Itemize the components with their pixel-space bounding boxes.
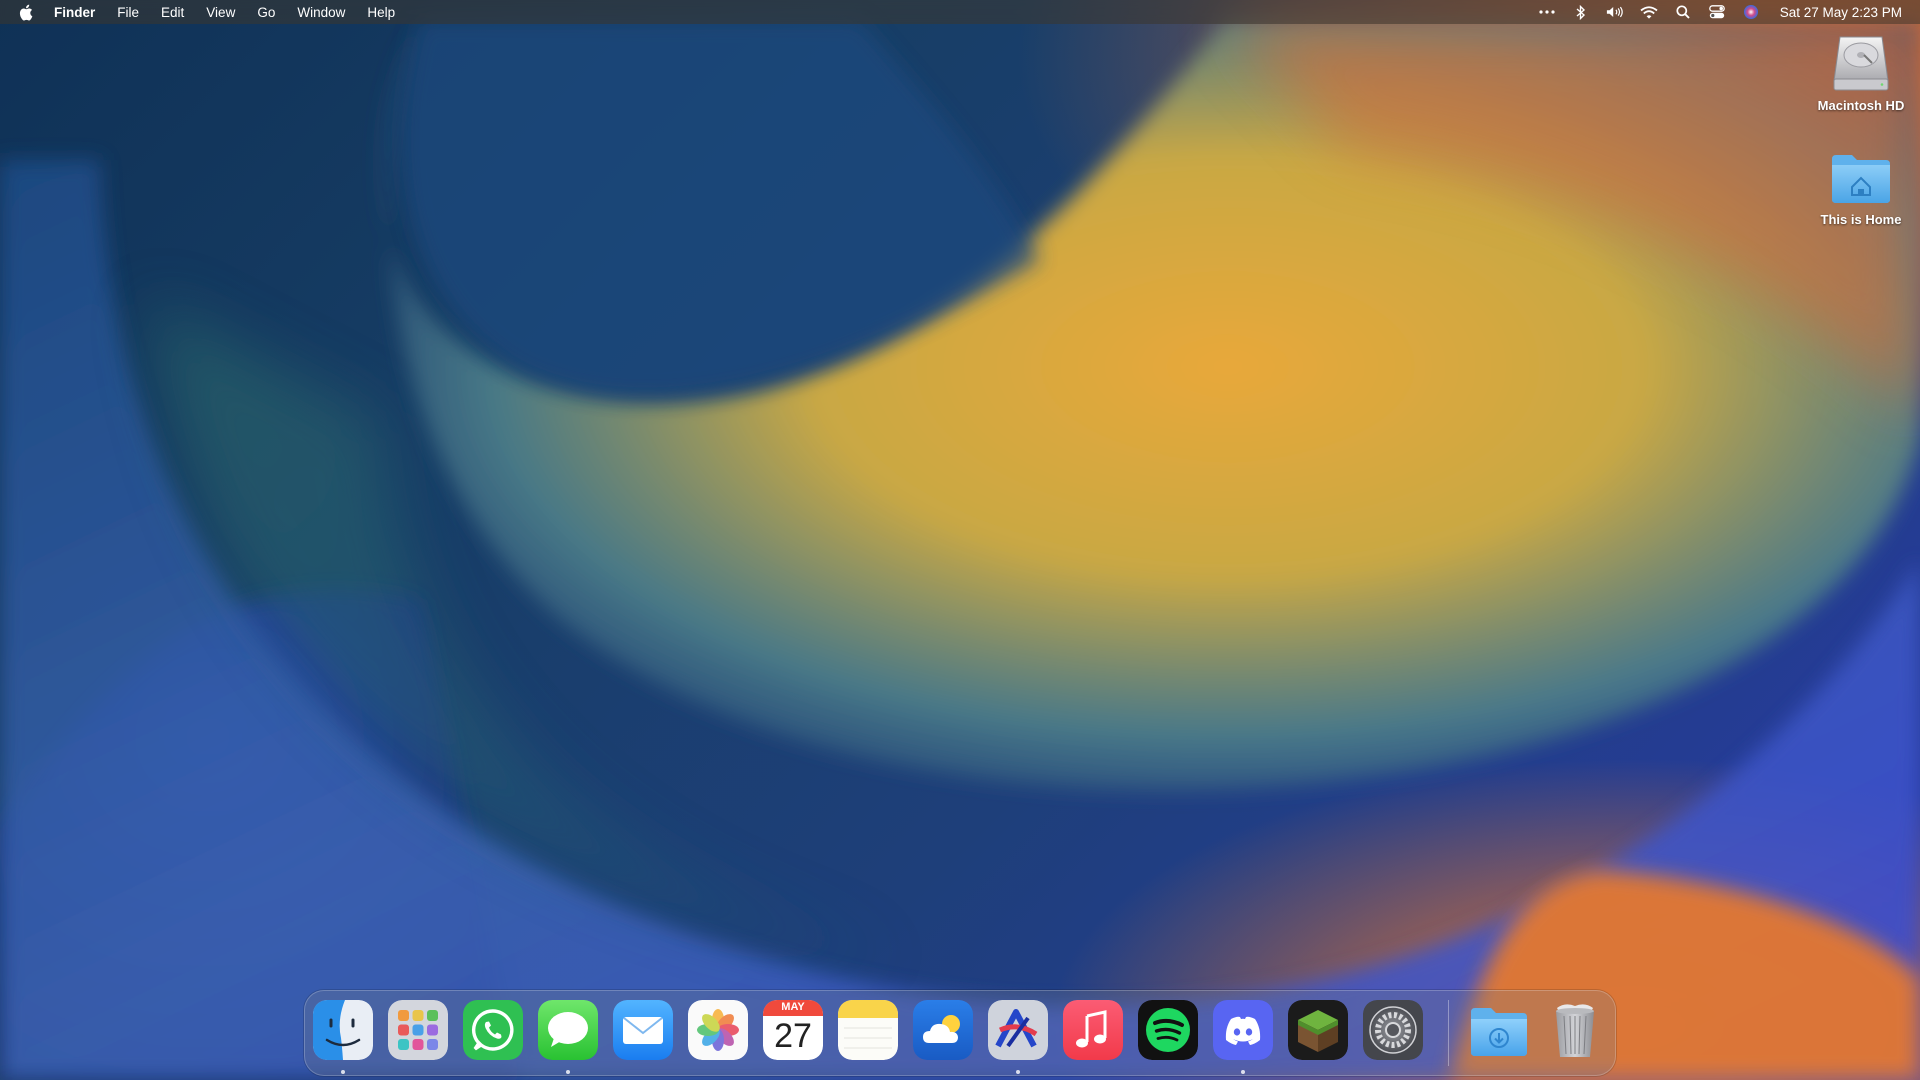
control-center-icon[interactable]: [1708, 4, 1726, 20]
menu-view[interactable]: View: [206, 5, 235, 20]
dock-messages-icon[interactable]: [538, 1000, 598, 1060]
dock-weather-icon[interactable]: [913, 1000, 973, 1060]
home-folder-icon: [1801, 150, 1920, 208]
dock-whatsapp-icon[interactable]: [463, 1000, 523, 1060]
dock-discord-icon[interactable]: [1213, 1000, 1273, 1060]
dock-minecraft-icon[interactable]: [1288, 1000, 1348, 1060]
volume-icon[interactable]: [1606, 4, 1624, 20]
calendar-day: 27: [774, 1017, 812, 1055]
dock-spotify-icon[interactable]: [1138, 1000, 1198, 1060]
dock-music-icon[interactable]: [1063, 1000, 1123, 1060]
dock-calendar-icon[interactable]: MAY 27: [763, 1000, 823, 1060]
dock-trash-icon[interactable]: [1545, 1000, 1605, 1060]
hard-drive-icon: [1801, 32, 1920, 94]
dock-launchpad-icon[interactable]: [388, 1000, 448, 1060]
menu-edit[interactable]: Edit: [161, 5, 184, 20]
search-icon[interactable]: [1674, 4, 1692, 20]
desktop-icon-macintosh-hd[interactable]: Macintosh HD: [1801, 32, 1920, 113]
desktop-icon-this-is-home[interactable]: This is Home: [1801, 150, 1920, 227]
menu-file[interactable]: File: [117, 5, 139, 20]
dock-affinity-icon[interactable]: [988, 1000, 1048, 1060]
dock-finder-icon[interactable]: [313, 1000, 373, 1060]
running-indicator: [341, 1070, 345, 1074]
dock-separator: [1448, 1000, 1449, 1066]
dock-settings-gear-icon[interactable]: [1363, 1000, 1423, 1060]
menu-help[interactable]: Help: [367, 5, 395, 20]
siri-icon[interactable]: [1742, 4, 1760, 20]
menu-bar: Finder File Edit View Go Window Help Sat…: [0, 0, 1920, 24]
apple-menu-icon[interactable]: [18, 3, 34, 21]
menu-go[interactable]: Go: [257, 5, 275, 20]
more-icon[interactable]: [1538, 4, 1556, 20]
desktop-icon-label: This is Home: [1820, 212, 1902, 227]
menu-app-name[interactable]: Finder: [54, 5, 95, 20]
calendar-month: MAY: [781, 1001, 805, 1013]
running-indicator: [566, 1070, 570, 1074]
dock-mail-icon[interactable]: [613, 1000, 673, 1060]
menu-bar-clock[interactable]: Sat 27 May 2:23 PM: [1780, 5, 1902, 20]
bluetooth-icon[interactable]: [1572, 4, 1590, 20]
dock-notes-icon[interactable]: [838, 1000, 898, 1060]
wifi-icon[interactable]: [1640, 4, 1658, 20]
dock-photos-icon[interactable]: [688, 1000, 748, 1060]
running-indicator: [1016, 1070, 1020, 1074]
dock-downloads-folder-icon[interactable]: [1469, 1000, 1529, 1060]
running-indicator: [1241, 1070, 1245, 1074]
desktop-icon-label: Macintosh HD: [1817, 98, 1905, 113]
desktop-wallpaper: [0, 0, 1920, 1080]
menu-window[interactable]: Window: [297, 5, 345, 20]
